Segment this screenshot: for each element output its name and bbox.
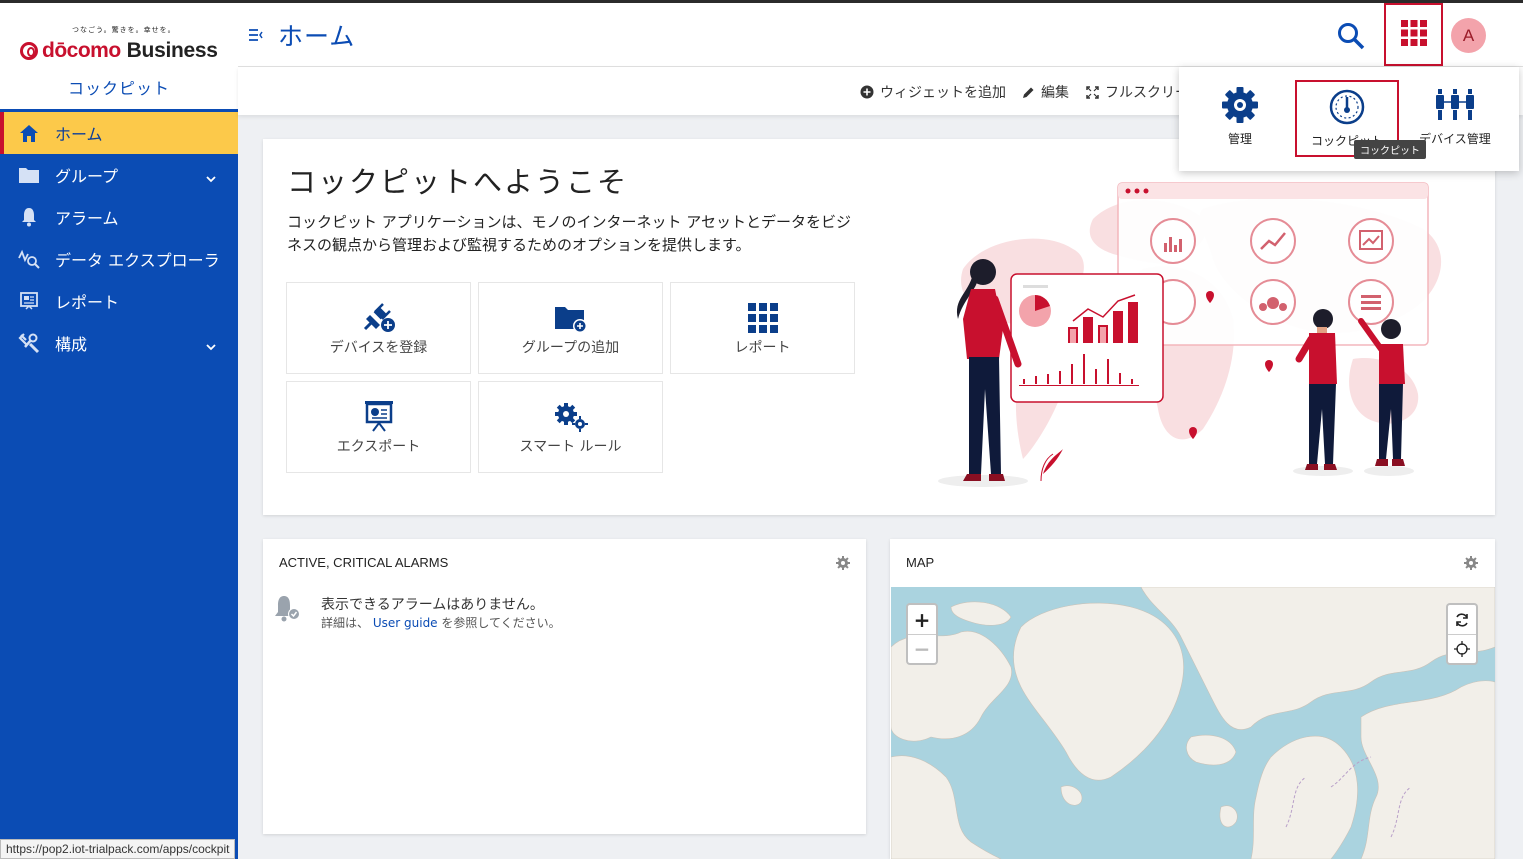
- map-canvas[interactable]: + −: [891, 587, 1495, 859]
- app-option-tooltip: コックピット: [1354, 140, 1426, 159]
- bell-icon: [18, 206, 40, 228]
- zoom-in-button[interactable]: +: [908, 605, 936, 634]
- map-tool-control: [1446, 603, 1478, 665]
- home-icon: [18, 122, 40, 144]
- fullscreen-button[interactable]: フルスクリー: [1086, 82, 1189, 102]
- sidebar: つなごう。驚きを。幸せを。 dōcomo Business コックピット ホーム…: [0, 3, 238, 859]
- refresh-icon: [1456, 612, 1468, 627]
- welcome-title: コックピットへようこそ: [287, 165, 629, 199]
- sidebar-item-groups[interactable]: グループ: [0, 154, 238, 196]
- sidebar-item-label: 構成: [55, 335, 88, 354]
- add-widget-label: ウィジェットを追加: [880, 85, 1006, 101]
- top-header: ホーム A: [238, 3, 1523, 67]
- fullscreen-label: フルスクリー: [1105, 85, 1189, 101]
- zoom-out-button[interactable]: −: [908, 634, 936, 663]
- tile-label: スマート ルール: [519, 439, 622, 455]
- pencil-icon: [1022, 86, 1035, 99]
- tile-label: エクスポート: [336, 439, 421, 455]
- page-title: ホーム: [278, 22, 356, 51]
- brand-logo[interactable]: つなごう。驚きを。幸せを。 dōcomo Business: [0, 3, 238, 66]
- tile-register-device[interactable]: デバイスを登録: [286, 282, 471, 374]
- tile-smart-rules[interactable]: スマート ルール: [478, 381, 663, 473]
- tile-label: デバイスを登録: [329, 340, 428, 356]
- alarms-empty-prefix: 詳細は、: [321, 616, 370, 630]
- edit-button[interactable]: 編集: [1022, 82, 1069, 102]
- welcome-widget: コックピットへようこそ コックピット アプリケーションは、モノのインターネット …: [263, 139, 1495, 515]
- chevron-down-icon[interactable]: [206, 336, 216, 355]
- plug-add-icon: [362, 299, 396, 333]
- gauge-icon: [1328, 82, 1366, 132]
- tile-label: レポート: [734, 340, 791, 356]
- sidebar-item-data-explorer[interactable]: データ エクスプローラ: [0, 238, 238, 280]
- alarms-empty-suffix: を参照してください。: [441, 616, 561, 630]
- sidebar-item-alarms[interactable]: アラーム: [0, 196, 238, 238]
- grid-icon: [747, 299, 778, 333]
- brand-wordmark: dōcomo Business: [20, 39, 218, 63]
- data-explorer-icon: [18, 248, 40, 270]
- map-zoom-control: + −: [906, 603, 938, 665]
- sidebar-item-home[interactable]: ホーム: [0, 112, 238, 154]
- locate-button[interactable]: [1448, 634, 1476, 663]
- sidebar-item-label: レポート: [55, 293, 120, 312]
- status-bar-url: https://pop2.iot-trialpack.com/apps/cock…: [0, 839, 236, 859]
- user-avatar[interactable]: A: [1451, 18, 1486, 53]
- app-switcher-button[interactable]: [1384, 3, 1443, 66]
- edit-label: 編集: [1041, 85, 1069, 101]
- report-icon: [18, 290, 40, 312]
- plus-circle-icon: [860, 85, 874, 99]
- app-option-label: デバイス管理: [1419, 132, 1491, 146]
- gear-icon: [1221, 80, 1259, 130]
- brand-name-main: dōcomo: [42, 39, 121, 62]
- tile-export[interactable]: エクスポート: [286, 381, 471, 473]
- tile-label: グループの追加: [521, 340, 620, 356]
- device-management-icon: [1435, 80, 1475, 130]
- app-name: コックピット: [0, 66, 238, 112]
- expand-icon: [1086, 85, 1099, 99]
- alarms-widget: ACTIVE, CRITICAL ALARMS 表示できるアラームはありません。…: [263, 539, 866, 834]
- tile-reports[interactable]: レポート: [670, 282, 855, 374]
- widget-settings-gear-icon[interactable]: [836, 555, 850, 574]
- brand-tagline: つなごう。驚きを。幸せを。: [72, 26, 176, 34]
- map-widget-title: MAP: [906, 555, 935, 570]
- settings-icon: [18, 332, 40, 354]
- sidebar-item-label: グループ: [55, 167, 119, 186]
- alarms-empty-title: 表示できるアラームはありません。: [321, 597, 544, 613]
- folder-add-icon: [554, 299, 588, 333]
- crosshair-icon: [1454, 641, 1470, 657]
- sidebar-item-label: データ エクスプローラ: [55, 251, 220, 270]
- alarms-empty-help: 詳細は、 User guide を参照してください。: [321, 614, 561, 631]
- apps-grid-icon: [1400, 19, 1427, 50]
- sidebar-item-label: アラーム: [55, 209, 119, 228]
- chevron-down-icon[interactable]: [206, 168, 216, 187]
- app-option-administration[interactable]: 管理: [1188, 80, 1292, 157]
- welcome-illustration: [938, 182, 1442, 487]
- gears-icon: [554, 398, 588, 432]
- sidebar-item-configuration[interactable]: 構成: [0, 322, 238, 364]
- bell-check-icon: [271, 593, 303, 629]
- sidebar-item-reports[interactable]: レポート: [0, 280, 238, 322]
- menu-toggle-icon[interactable]: [248, 27, 264, 46]
- brand-name-sub: Business: [126, 39, 218, 62]
- user-guide-link[interactable]: User guide: [373, 616, 438, 630]
- search-icon[interactable]: [1336, 21, 1366, 55]
- add-widget-button[interactable]: ウィジェットを追加: [860, 82, 1006, 102]
- folder-icon: [18, 164, 40, 186]
- sidebar-item-label: ホーム: [55, 125, 103, 144]
- presentation-icon: [363, 398, 395, 432]
- map-widget: MAP + −: [890, 539, 1495, 859]
- docomo-logo-icon: [20, 42, 38, 60]
- alarms-widget-title: ACTIVE, CRITICAL ALARMS: [279, 555, 449, 570]
- tile-add-group[interactable]: グループの追加: [478, 282, 663, 374]
- app-option-label: 管理: [1227, 132, 1252, 146]
- app-switcher-dropdown: 管理 コックピット デバイス管理 コックピット: [1179, 67, 1519, 171]
- welcome-description: コックピット アプリケーションは、モノのインターネット アセットとデータをビジネ…: [287, 213, 851, 254]
- refresh-button[interactable]: [1448, 605, 1476, 634]
- widget-settings-gear-icon[interactable]: [1464, 555, 1478, 574]
- map-tiles: [891, 587, 1495, 859]
